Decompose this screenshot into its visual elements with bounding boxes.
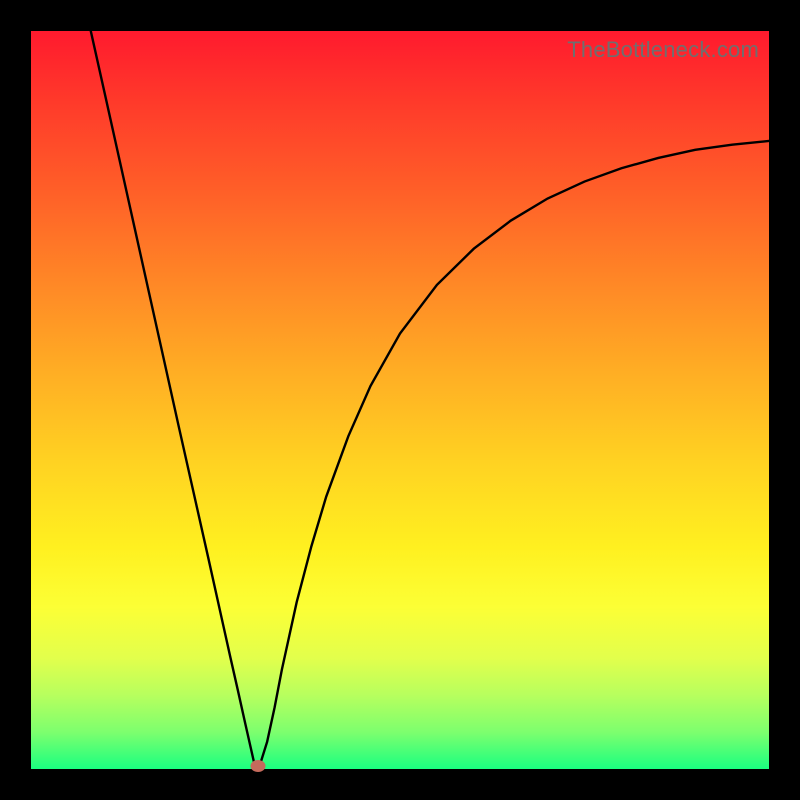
minimum-marker [250, 760, 265, 772]
chart-frame: TheBottleneck.com [0, 0, 800, 800]
plot-area: TheBottleneck.com [31, 31, 769, 769]
bottleneck-curve [31, 31, 769, 769]
